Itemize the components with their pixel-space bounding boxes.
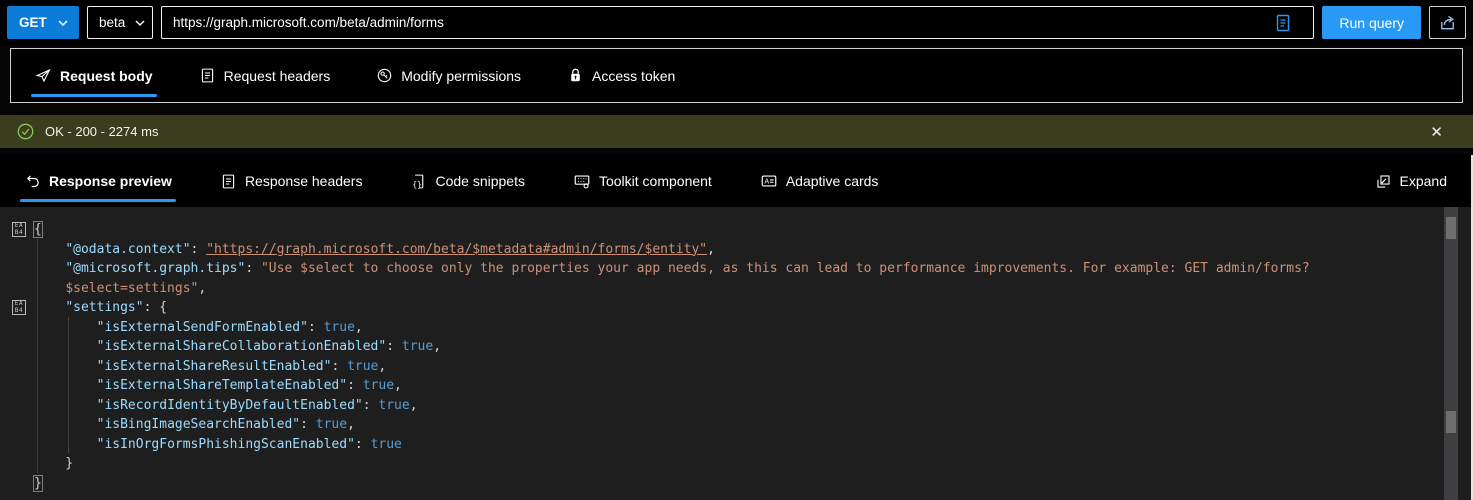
- send-icon: [35, 67, 52, 84]
- code-line: "isExternalShareTemplateEnabled": true,: [0, 376, 1471, 396]
- tab-label: Response preview: [49, 173, 172, 189]
- chevron-down-icon: [57, 17, 69, 29]
- gutter: [0, 318, 34, 338]
- lock-icon: [567, 67, 584, 84]
- code-link[interactable]: "https://graph.microsoft.com/beta/$metad…: [206, 242, 707, 257]
- code-braces-icon: {}: [410, 173, 427, 190]
- key-circle-icon: [376, 67, 393, 84]
- gutter: [0, 454, 34, 474]
- indent-guide: [37, 239, 38, 473]
- close-icon[interactable]: ✕: [1416, 123, 1457, 141]
- code-line: EA B4{: [0, 220, 1471, 240]
- code-line: "isExternalShareResultEnabled": true,: [0, 357, 1471, 377]
- code-line: }: [0, 474, 1471, 494]
- request-tabs: Request body Request headers Modify perm…: [10, 48, 1463, 103]
- code-line: "isBingImageSearchEnabled": true,: [0, 415, 1471, 435]
- gutter: [0, 376, 34, 396]
- gutter: [0, 259, 34, 279]
- code-line: "isInOrgFormsPhishingScanEnabled": true: [0, 435, 1471, 455]
- vertical-scrollbar[interactable]: [1444, 207, 1458, 500]
- code-line: EA B4 "settings": {: [0, 298, 1471, 318]
- expand-button[interactable]: Expand: [1357, 155, 1465, 207]
- tab-response-preview[interactable]: Response preview: [6, 155, 190, 207]
- gutter: [0, 396, 34, 416]
- fold-icon[interactable]: EA B4: [12, 300, 26, 316]
- url-input[interactable]: https://graph.microsoft.com/beta/admin/f…: [161, 6, 1315, 39]
- code-line: "isExternalShareCollaborationEnabled": t…: [0, 337, 1471, 357]
- indent-guide: [68, 317, 69, 453]
- tab-label: Access token: [592, 67, 676, 84]
- tab-label: Code snippets: [435, 173, 525, 189]
- url-value[interactable]: https://graph.microsoft.com/beta/admin/f…: [173, 15, 1261, 30]
- document-icon[interactable]: [1261, 13, 1305, 33]
- svg-text:A: A: [764, 177, 769, 186]
- card-icon: A: [760, 172, 778, 190]
- response-panel: Response preview Response headers {} Cod…: [0, 155, 1473, 500]
- tab-label: Toolkit component: [598, 173, 712, 189]
- tab-request-body[interactable]: Request body: [17, 49, 171, 102]
- tab-adaptive-cards[interactable]: A Adaptive cards: [742, 155, 897, 207]
- code-line: "isExternalSendFormEnabled": true,: [0, 318, 1471, 338]
- method-label: GET: [19, 15, 47, 30]
- gutter: [0, 337, 34, 357]
- version-dropdown[interactable]: beta: [87, 6, 153, 39]
- expand-icon: [1375, 173, 1392, 190]
- check-circle-icon: [16, 122, 35, 141]
- tab-response-headers[interactable]: Response headers: [202, 155, 381, 207]
- run-query-button[interactable]: Run query: [1322, 6, 1421, 39]
- gutter: [0, 279, 34, 299]
- tab-code-snippets[interactable]: {} Code snippets: [392, 155, 543, 207]
- share-button[interactable]: [1429, 6, 1466, 39]
- response-tabs: Response preview Response headers {} Cod…: [0, 155, 1471, 207]
- document-lines-icon: [199, 67, 216, 84]
- scrollbar-marker: [1446, 411, 1456, 433]
- undo-arrow-icon: [24, 173, 41, 190]
- request-bar: GET beta https://graph.microsoft.com/bet…: [0, 0, 1473, 45]
- response-status-bar: OK - 200 - 2274 ms ✕: [0, 115, 1473, 148]
- method-dropdown[interactable]: GET: [7, 6, 79, 39]
- tab-label: Adaptive cards: [785, 173, 879, 189]
- status-message: OK - 200 - 2274 ms: [45, 124, 159, 139]
- svg-text:{}: {}: [413, 180, 422, 189]
- gutter: [0, 415, 34, 435]
- gutter: EA B4: [0, 220, 34, 240]
- tab-label: Request body: [60, 67, 153, 84]
- tab-modify-permissions[interactable]: Modify permissions: [358, 49, 539, 102]
- tab-label: Modify permissions: [401, 67, 522, 84]
- code-line: "isRecordIdentityByDefaultEnabled": true…: [0, 396, 1471, 416]
- document-lines-icon: [220, 173, 237, 190]
- tab-access-token[interactable]: Access token: [549, 49, 693, 102]
- code-line: "@microsoft.graph.tips": "Use $select to…: [0, 259, 1471, 279]
- tab-label: Response headers: [244, 173, 363, 189]
- code-line: $select=settings",: [0, 279, 1471, 299]
- gutter: [0, 240, 34, 260]
- tab-toolkit-component[interactable]: Toolkit component: [555, 155, 730, 207]
- gutter: [0, 435, 34, 455]
- expand-label: Expand: [1399, 173, 1447, 189]
- gutter: EA B4: [0, 298, 34, 318]
- tab-label: Request headers: [223, 67, 331, 84]
- fold-icon[interactable]: EA B4: [12, 222, 26, 238]
- gutter: [0, 474, 34, 494]
- code-content: EA B4{ "@odata.context": "https://graph.m…: [0, 220, 1471, 493]
- code-line: "@odata.context": "https://graph.microso…: [0, 240, 1471, 260]
- gutter: [0, 357, 34, 377]
- chevron-down-icon: [134, 17, 146, 29]
- component-grid-icon: [573, 172, 591, 190]
- tab-request-headers[interactable]: Request headers: [181, 49, 349, 102]
- response-editor[interactable]: EA B4{ "@odata.context": "https://graph.m…: [0, 207, 1471, 500]
- code-line: }: [0, 454, 1471, 474]
- scrollbar-marker: [1446, 217, 1456, 239]
- version-label: beta: [99, 15, 126, 30]
